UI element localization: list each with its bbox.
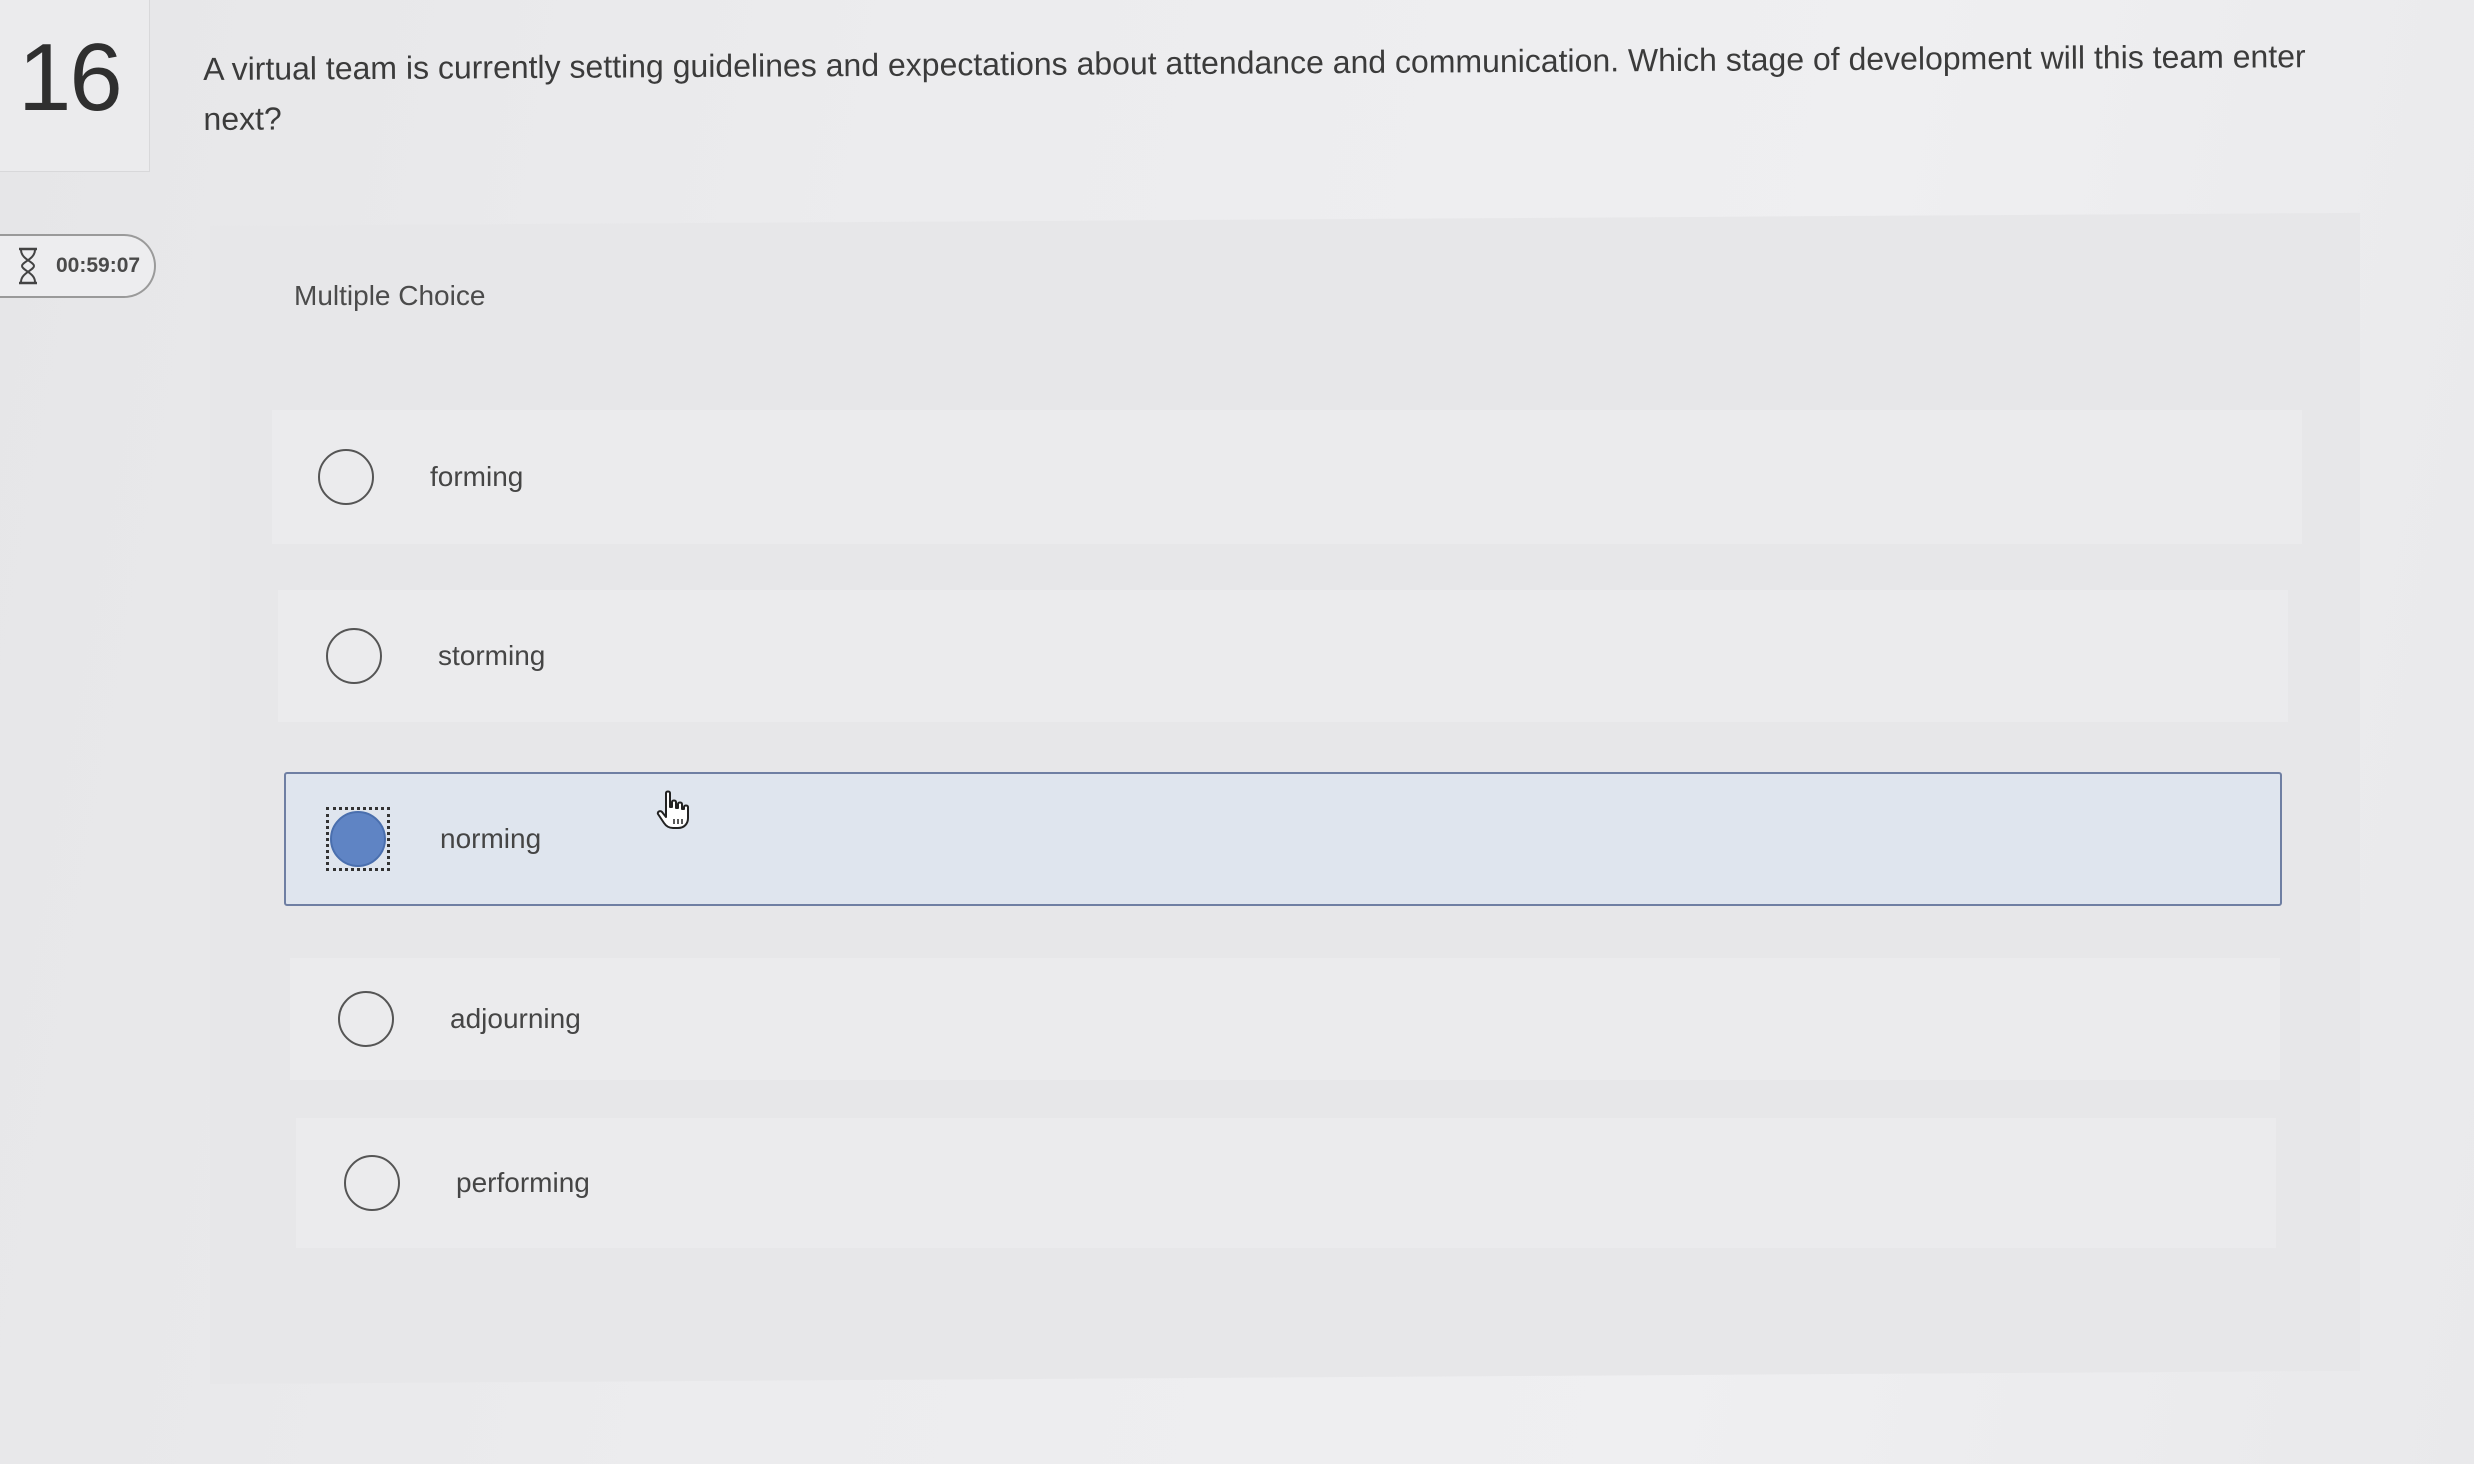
option-storming[interactable]: storming xyxy=(278,590,2288,722)
question-number-box: 16 xyxy=(0,0,150,172)
timer-value: 00:59:07 xyxy=(56,254,141,277)
hand-pointer-cursor-icon xyxy=(655,790,691,830)
option-label: performing xyxy=(456,1167,590,1198)
hourglass-icon xyxy=(14,246,42,286)
option-label: adjourning xyxy=(450,1003,581,1034)
radio-button[interactable] xyxy=(326,628,382,684)
option-norming[interactable]: norming xyxy=(284,772,2282,906)
option-label: norming xyxy=(440,823,542,854)
radio-button[interactable] xyxy=(344,1155,400,1211)
radio-button[interactable] xyxy=(318,449,374,505)
question-type-label: Multiple Choice xyxy=(294,280,486,311)
option-label: storming xyxy=(438,640,546,671)
question-prompt: A virtual team is currently setting guid… xyxy=(203,38,2306,137)
option-adjourning[interactable]: adjourning xyxy=(290,958,2280,1080)
option-forming[interactable]: forming xyxy=(272,410,2302,544)
radio-focus-ring[interactable] xyxy=(326,807,390,871)
option-performing[interactable]: performing xyxy=(296,1118,2276,1248)
timer[interactable]: 00:59:07 xyxy=(0,234,156,298)
option-label: forming xyxy=(430,461,524,492)
radio-button-selected xyxy=(330,811,386,867)
question-number: 16 xyxy=(18,24,123,131)
radio-button[interactable] xyxy=(338,991,394,1047)
